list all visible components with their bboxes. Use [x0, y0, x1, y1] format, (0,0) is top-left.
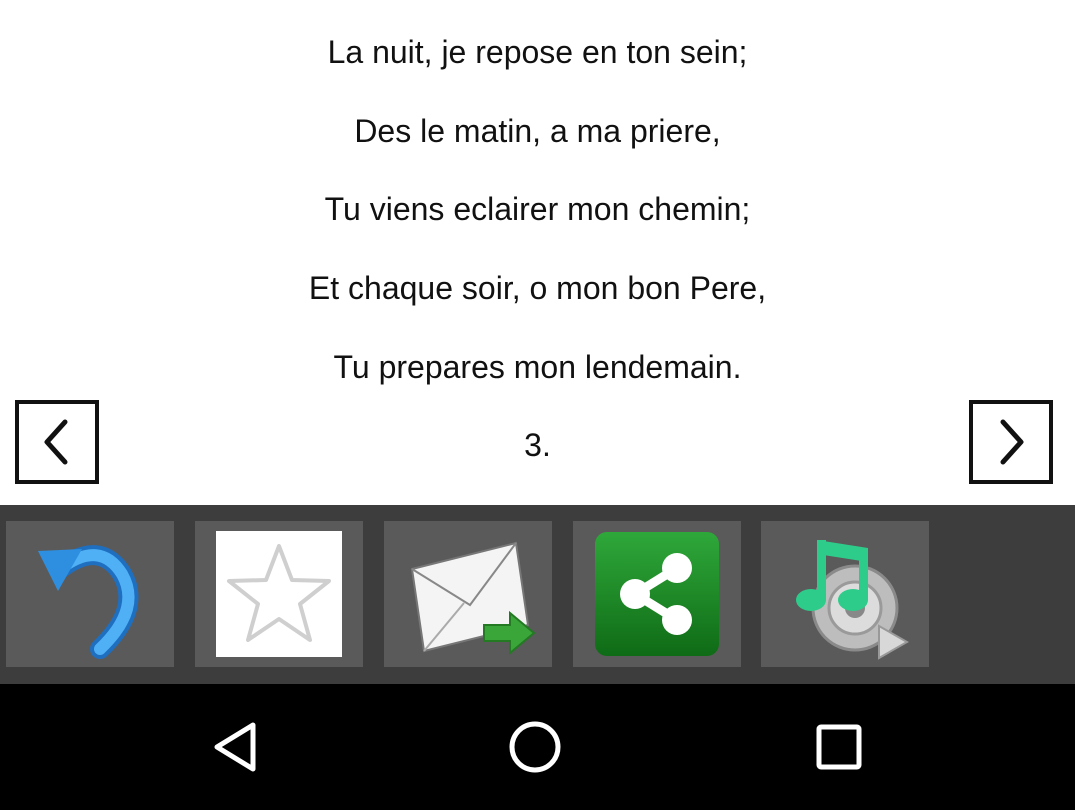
music-speaker-icon: [796, 540, 910, 660]
verse-line: Des le matin, a ma priere,: [354, 113, 721, 149]
system-navigation-bar: [0, 684, 1075, 810]
email-button[interactable]: [384, 521, 552, 667]
favorite-tile: [216, 531, 342, 657]
share-button[interactable]: [573, 521, 741, 667]
verse-line: La nuit, je repose en ton sein;: [327, 34, 748, 70]
previous-page-button[interactable]: [15, 400, 99, 484]
home-circle-icon: [509, 721, 561, 773]
undo-arrow-icon: [38, 545, 139, 659]
verse-line: Et chaque soir, o mon bon Pere,: [308, 270, 767, 306]
chevron-left-icon: [44, 419, 68, 465]
email-forward-icon: [410, 541, 536, 656]
star-outline-icon: [227, 544, 331, 642]
next-page-button[interactable]: [969, 400, 1053, 484]
verse-line: Tu prepares mon lendemain.: [333, 349, 742, 385]
verse-line: Tu viens eclairer mon chemin;: [324, 191, 751, 227]
share-tile: [595, 532, 719, 656]
system-home-button[interactable]: [502, 714, 568, 780]
share-icon: [620, 553, 692, 635]
verse-number: 3.: [524, 427, 551, 463]
verse-page: La nuit, je repose en ton sein; Des le m…: [0, 0, 1075, 505]
favorite-button[interactable]: [195, 521, 363, 667]
system-back-button[interactable]: [202, 714, 268, 780]
chevron-right-icon: [1000, 419, 1024, 465]
audio-play-button[interactable]: [761, 521, 929, 667]
undo-button[interactable]: [6, 521, 174, 667]
action-toolbar: [0, 505, 1075, 684]
recents-square-icon: [816, 724, 862, 770]
system-recents-button[interactable]: [806, 714, 872, 780]
back-triangle-icon: [214, 722, 256, 772]
